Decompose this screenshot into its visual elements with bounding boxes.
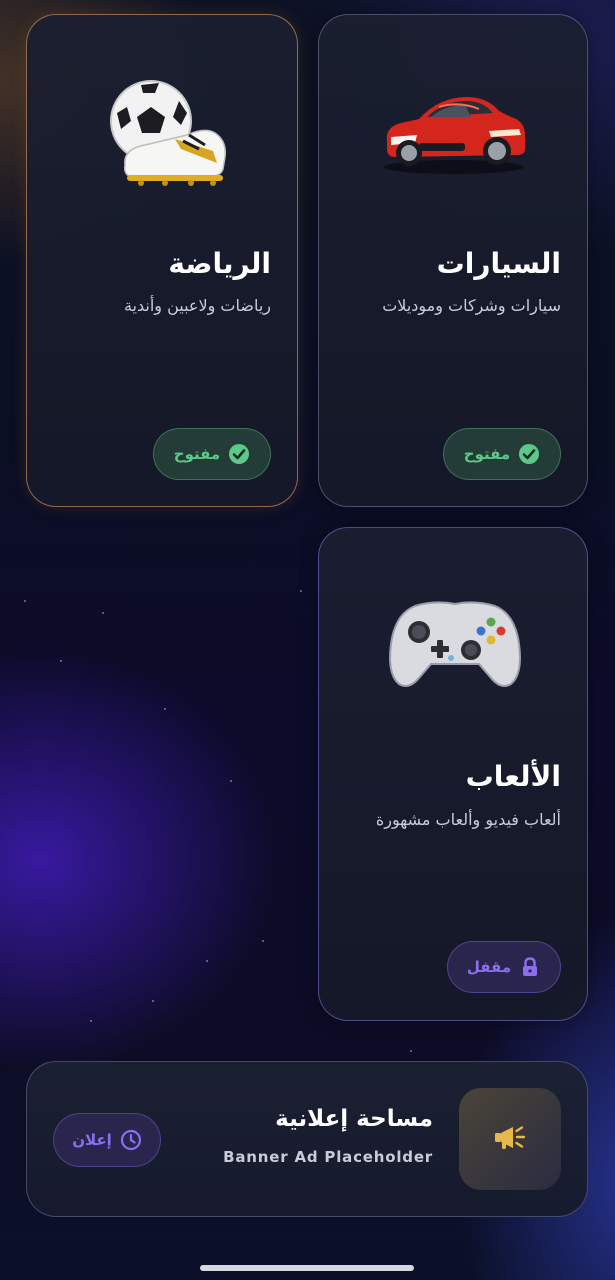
status-label: مفتوح	[463, 445, 511, 463]
card-description: سيارات وشركات وموديلات	[382, 296, 561, 315]
check-circle-icon	[518, 443, 540, 465]
status-label: مفتوح	[173, 445, 221, 463]
card-title: الرياضة	[168, 247, 271, 280]
card-title: الألعاب	[465, 760, 561, 793]
category-card-games[interactable]: الألعاب ألعاب فيديو وألعاب مشهورة مقفل	[318, 527, 588, 1021]
lock-icon	[519, 956, 541, 978]
card-description: رياضات ولاعبين وأندية	[123, 296, 271, 315]
car-image	[379, 83, 529, 177]
card-title: السيارات	[436, 247, 561, 280]
megaphone-icon	[493, 1123, 527, 1155]
ad-icon-box	[459, 1088, 561, 1190]
card-description: ألعاب فيديو وألعاب مشهورة	[375, 810, 561, 829]
ad-badge: إعلان	[53, 1113, 161, 1167]
ad-banner[interactable]: مساحة إعلانية Banner Ad Placeholder إعلا…	[26, 1061, 588, 1217]
home-indicator[interactable]	[200, 1265, 414, 1271]
status-label: مقفل	[466, 958, 512, 976]
category-card-sports[interactable]: الرياضة رياضات ولاعبين وأندية مفتوح	[26, 14, 298, 507]
soccer-image	[105, 77, 231, 187]
game-controller-image	[385, 594, 525, 690]
clock-icon	[120, 1129, 142, 1151]
status-badge-open: مفتوح	[443, 428, 561, 480]
ad-subtitle: Banner Ad Placeholder	[223, 1148, 433, 1166]
ad-badge-label: إعلان	[72, 1131, 112, 1149]
ad-title: مساحة إعلانية	[275, 1106, 433, 1132]
status-badge-open: مفتوح	[153, 428, 271, 480]
check-circle-icon	[228, 443, 250, 465]
status-badge-locked: مقفل	[447, 941, 561, 993]
category-card-cars[interactable]: السيارات سيارات وشركات وموديلات مفتوح	[318, 14, 588, 507]
